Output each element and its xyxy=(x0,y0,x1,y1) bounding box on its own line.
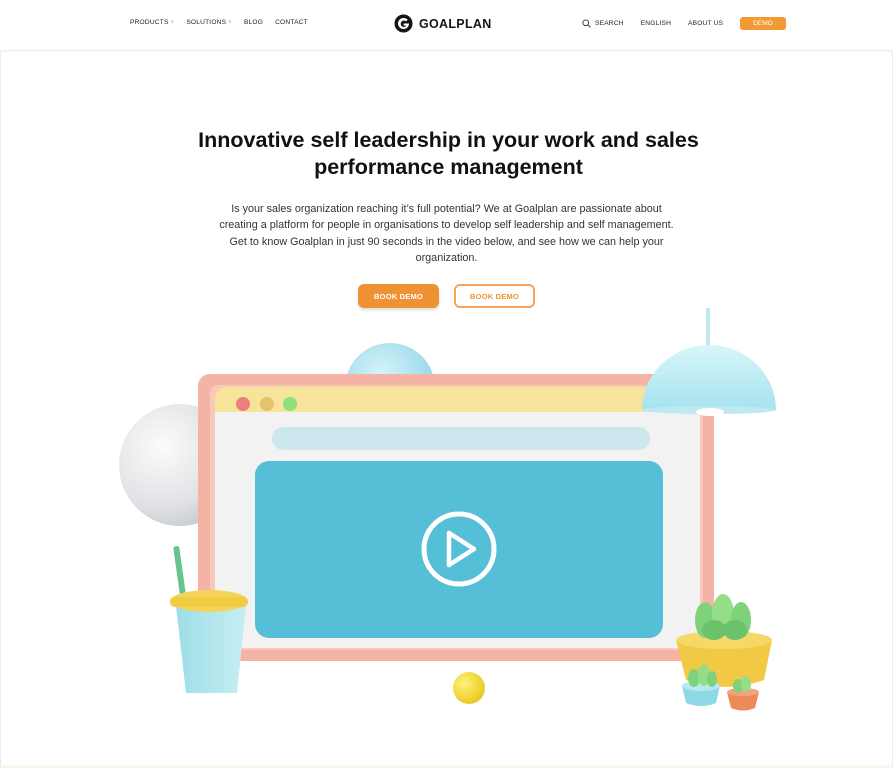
page-frame xyxy=(0,0,893,768)
nav-products[interactable]: PRODUCTS ˅ xyxy=(130,19,174,26)
nav-solutions[interactable]: SOLUTIONS ˅ xyxy=(186,19,232,26)
nav-blog[interactable]: BLOG xyxy=(244,19,263,26)
nav-contact[interactable]: CONTACT xyxy=(275,19,308,26)
goalplan-logo[interactable]: GOALPLAN xyxy=(394,14,492,33)
language-selector[interactable]: ENGLISH xyxy=(641,20,671,27)
video-panel xyxy=(255,461,663,638)
search-icon xyxy=(582,19,591,28)
chevron-down-icon: ˅ xyxy=(170,19,175,26)
primary-nav: PRODUCTS ˅ SOLUTIONS ˅ BLOG CONTACT xyxy=(130,19,308,26)
top-navigation: PRODUCTS ˅ SOLUTIONS ˅ BLOG CONTACT GOAL… xyxy=(0,0,893,51)
hero-description: Is your sales organization reaching it’s… xyxy=(219,203,674,264)
nav-about-us[interactable]: ABOUT US xyxy=(688,20,723,27)
nav-products-label: PRODUCTS xyxy=(130,19,169,26)
logo-text: GOALPLAN xyxy=(419,16,492,31)
search-label: SEARCH xyxy=(595,20,624,27)
demo-button[interactable]: DEMO xyxy=(740,17,786,30)
search-button[interactable]: SEARCH xyxy=(582,19,624,28)
book-demo-outline-button[interactable]: BOOK DEMO xyxy=(454,284,535,308)
book-demo-button[interactable]: BOOK DEMO xyxy=(358,284,439,308)
chevron-down-icon: ˅ xyxy=(228,19,232,26)
hero-title: Innovative self leadership in your work … xyxy=(198,128,699,179)
nav-solutions-label: SOLUTIONS xyxy=(186,19,227,26)
logo-icon xyxy=(394,14,413,33)
secondary-nav: SEARCH ENGLISH ABOUT US DEMO xyxy=(582,17,786,30)
